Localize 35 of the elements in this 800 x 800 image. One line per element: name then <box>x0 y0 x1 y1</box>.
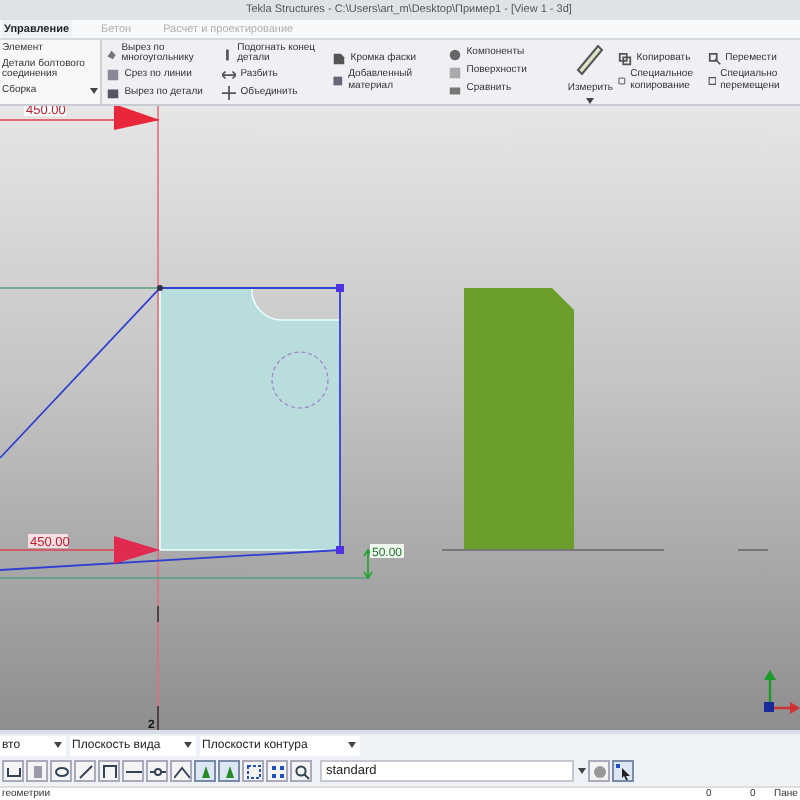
ellipse-icon[interactable] <box>50 760 72 782</box>
bracket-icon[interactable] <box>98 760 120 782</box>
caret-icon <box>578 768 586 774</box>
cup-icon[interactable] <box>2 760 24 782</box>
copy-icon <box>618 52 633 67</box>
caret-icon <box>348 742 356 748</box>
cross-icon <box>222 86 237 101</box>
block-icon <box>106 86 121 101</box>
caret-icon <box>90 87 99 94</box>
select-icon[interactable] <box>242 760 264 782</box>
chamfer-icon <box>332 52 347 67</box>
circle-icon <box>448 47 463 61</box>
caret-icon <box>54 742 62 748</box>
arrow-icon <box>114 106 160 130</box>
dimension-arrow-icon <box>363 548 373 580</box>
arrow-icon <box>114 536 160 564</box>
handle[interactable] <box>336 546 344 554</box>
handle[interactable] <box>336 284 344 292</box>
peak-icon[interactable] <box>170 760 192 782</box>
cursor-icon[interactable] <box>612 760 634 782</box>
square-icon <box>106 68 121 83</box>
magnifier-icon[interactable] <box>290 760 312 782</box>
block-icon <box>332 74 345 88</box>
frame-icon <box>618 74 627 88</box>
ruler-icon <box>574 41 607 77</box>
frame-icon[interactable] <box>266 760 288 782</box>
figure-icon[interactable] <box>218 760 240 782</box>
grid-line <box>737 549 769 551</box>
outline-line[interactable] <box>0 549 341 571</box>
caret-icon <box>184 742 192 748</box>
bolt-circle <box>271 351 329 409</box>
angle-icon[interactable] <box>74 760 96 782</box>
frame-icon <box>707 74 717 88</box>
handle[interactable] <box>157 285 163 291</box>
axis-icon <box>764 670 800 714</box>
